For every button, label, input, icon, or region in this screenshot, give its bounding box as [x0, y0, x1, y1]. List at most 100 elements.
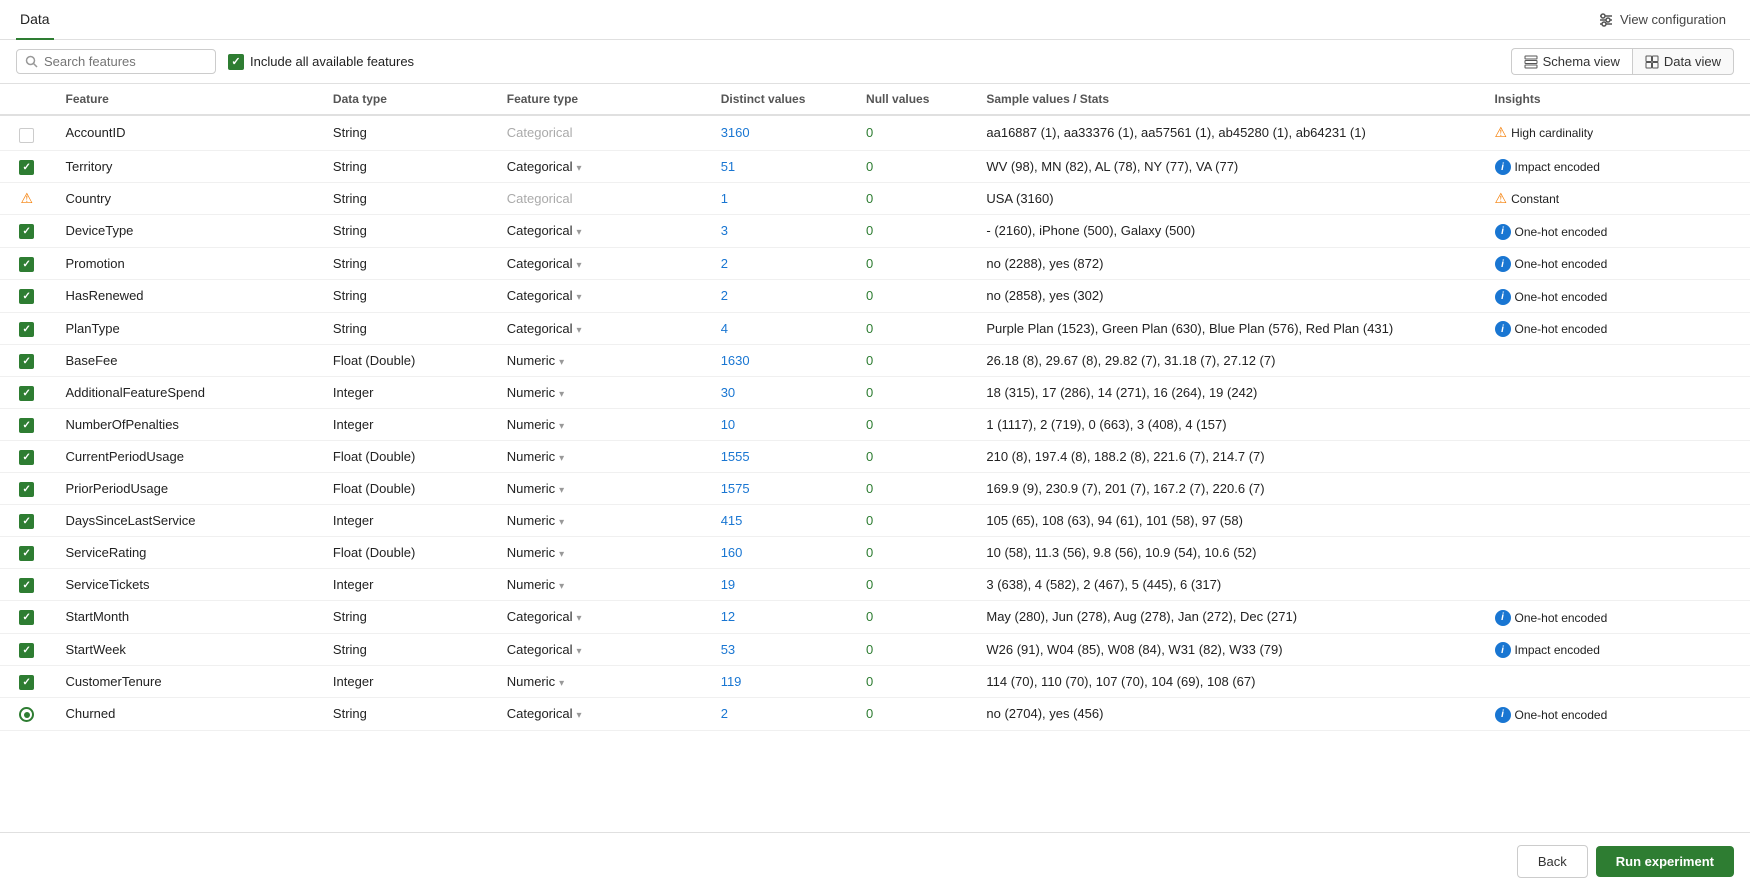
dropdown-arrow[interactable]: ▾ [577, 325, 582, 336]
schema-view-button[interactable]: Schema view [1511, 48, 1632, 75]
cell-featuretype: Categorical▾ [495, 633, 709, 666]
view-config-button[interactable]: View configuration [1590, 8, 1734, 32]
cell-distinct: 160 [709, 537, 854, 569]
cell-sample: 26.18 (8), 29.67 (8), 29.82 (7), 31.18 (… [974, 345, 1482, 377]
dropdown-arrow[interactable]: ▾ [577, 163, 582, 174]
cell-insights [1483, 441, 1750, 473]
tab-data[interactable]: Data [16, 0, 54, 40]
dropdown-arrow[interactable]: ▾ [559, 581, 564, 592]
cell-distinct: 12 [709, 601, 854, 634]
cell-featuretype: Numeric▾ [495, 377, 709, 409]
dropdown-arrow[interactable]: ▾ [559, 549, 564, 560]
dropdown-arrow[interactable]: ▾ [577, 710, 582, 721]
include-all-features[interactable]: Include all available features [228, 54, 414, 70]
dropdown-arrow[interactable]: ▾ [559, 389, 564, 400]
cell-featuretype: Numeric▾ [495, 505, 709, 537]
row-checkbox[interactable] [19, 386, 34, 401]
cell-datatype: Float (Double) [321, 473, 495, 505]
dropdown-arrow[interactable]: ▾ [577, 292, 582, 303]
row-checkbox[interactable] [19, 224, 34, 239]
row-checkbox[interactable] [19, 257, 34, 272]
row-checkbox[interactable] [19, 482, 34, 497]
cell-null: 0 [854, 345, 974, 377]
search-box[interactable] [16, 49, 216, 74]
search-input[interactable] [44, 54, 207, 69]
insight-info-icon: i [1495, 224, 1511, 240]
insight-warning-icon: ⚠ [1495, 190, 1508, 207]
row-checkbox[interactable] [19, 514, 34, 529]
target-checkbox[interactable] [19, 707, 34, 722]
col-header-check [0, 84, 53, 115]
cell-null: 0 [854, 569, 974, 601]
table-row: Territory String Categorical▾ 51 0 WV (9… [0, 150, 1750, 183]
cell-check [0, 280, 53, 313]
cell-sample: 18 (315), 17 (286), 14 (271), 16 (264), … [974, 377, 1482, 409]
row-checkbox[interactable] [19, 418, 34, 433]
cell-sample: aa16887 (1), aa33376 (1), aa57561 (1), a… [974, 115, 1482, 150]
row-checkbox[interactable] [19, 289, 34, 304]
cell-datatype: String [321, 183, 495, 215]
dropdown-arrow[interactable]: ▾ [559, 678, 564, 689]
cell-datatype: String [321, 215, 495, 248]
cell-feature: AdditionalFeatureSpend [53, 377, 320, 409]
dropdown-arrow[interactable]: ▾ [559, 517, 564, 528]
insight-label: One-hot encoded [1515, 290, 1608, 304]
cell-check [0, 247, 53, 280]
insight-label: One-hot encoded [1515, 611, 1608, 625]
row-checkbox[interactable] [19, 322, 34, 337]
row-checkbox[interactable] [19, 675, 34, 690]
insight-label: One-hot encoded [1515, 257, 1608, 271]
include-all-checkbox[interactable] [228, 54, 244, 70]
dropdown-arrow[interactable]: ▾ [559, 357, 564, 368]
table-row: StartWeek String Categorical▾ 53 0 W26 (… [0, 633, 1750, 666]
table-row: ServiceRating Float (Double) Numeric▾ 16… [0, 537, 1750, 569]
cell-datatype: String [321, 280, 495, 313]
cell-check: ⚠ [0, 183, 53, 215]
cell-datatype: String [321, 601, 495, 634]
row-checkbox[interactable] [19, 578, 34, 593]
data-view-button[interactable]: Data view [1632, 48, 1734, 75]
row-checkbox[interactable] [19, 450, 34, 465]
row-checkbox[interactable] [19, 128, 34, 143]
cell-datatype: String [321, 312, 495, 345]
insight-badge: i One-hot encoded [1495, 610, 1608, 626]
dropdown-arrow[interactable]: ▾ [559, 453, 564, 464]
row-checkbox[interactable] [19, 610, 34, 625]
cell-insights: i One-hot encoded [1483, 280, 1750, 313]
cell-insights [1483, 666, 1750, 698]
dropdown-arrow[interactable]: ▾ [577, 227, 582, 238]
row-checkbox[interactable] [19, 354, 34, 369]
cell-sample: 105 (65), 108 (63), 94 (61), 101 (58), 9… [974, 505, 1482, 537]
dropdown-arrow[interactable]: ▾ [577, 646, 582, 657]
cell-feature: DeviceType [53, 215, 320, 248]
cell-feature: Churned [53, 698, 320, 731]
insight-badge: iOne-hot encoded [1495, 256, 1608, 272]
insight-info-icon: i [1495, 159, 1511, 175]
run-experiment-button[interactable]: Run experiment [1596, 846, 1734, 877]
dropdown-arrow[interactable]: ▾ [577, 613, 582, 624]
cell-feature: DaysSinceLastService [53, 505, 320, 537]
cell-distinct: 2 [709, 280, 854, 313]
insight-info-icon: i [1495, 610, 1511, 626]
col-header-sample: Sample values / Stats [974, 84, 1482, 115]
dropdown-arrow[interactable]: ▾ [559, 421, 564, 432]
table-row: AdditionalFeatureSpend Integer Numeric▾ … [0, 377, 1750, 409]
dropdown-arrow[interactable]: ▾ [559, 485, 564, 496]
dropdown-arrow[interactable]: ▾ [577, 260, 582, 271]
row-checkbox[interactable] [19, 160, 34, 175]
row-checkbox[interactable] [19, 643, 34, 658]
back-button[interactable]: Back [1517, 845, 1588, 878]
cell-null: 0 [854, 280, 974, 313]
schema-view-icon [1524, 55, 1538, 69]
cell-feature: NumberOfPenalties [53, 409, 320, 441]
insight-info-icon: i [1495, 289, 1511, 305]
cell-feature: Country [53, 183, 320, 215]
cell-check [0, 537, 53, 569]
table-row: CurrentPeriodUsage Float (Double) Numeri… [0, 441, 1750, 473]
cell-sample: no (2704), yes (456) [974, 698, 1482, 731]
cell-insights [1483, 377, 1750, 409]
cell-feature: StartMonth [53, 601, 320, 634]
cell-datatype: Float (Double) [321, 345, 495, 377]
row-checkbox[interactable] [19, 546, 34, 561]
table-row: AccountID String Categorical 3160 0 aa16… [0, 115, 1750, 150]
